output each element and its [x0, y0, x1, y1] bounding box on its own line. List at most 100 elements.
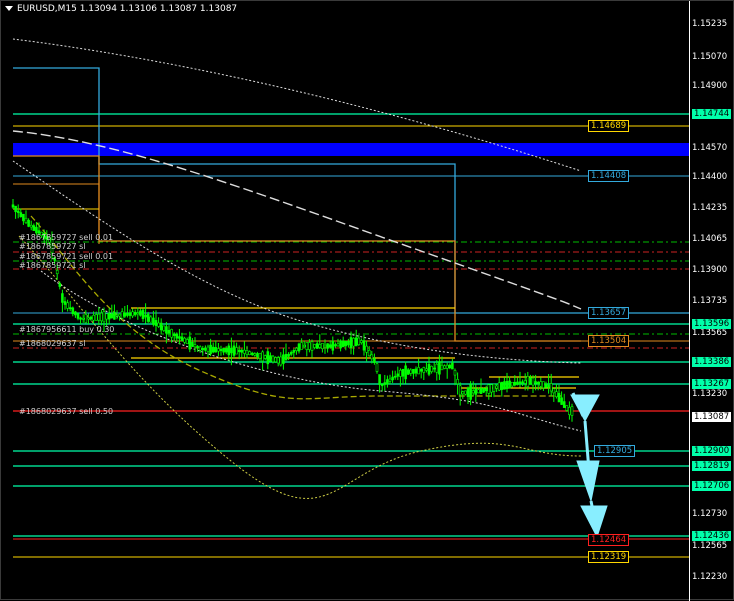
moving-average	[12, 130, 582, 310]
candle-body	[391, 376, 394, 381]
candle-body	[245, 350, 249, 355]
candle-body	[107, 312, 111, 320]
candle-body	[432, 367, 436, 370]
price-axis-tag: 1.12706	[692, 481, 732, 491]
candle-body	[373, 358, 376, 363]
candle-body	[404, 365, 407, 380]
candle-body	[440, 364, 444, 371]
candle-body	[230, 347, 233, 354]
candle-body	[451, 362, 454, 370]
candle-body	[534, 381, 537, 384]
candle-body	[357, 337, 361, 345]
candle-body	[542, 381, 545, 389]
candle-body	[399, 369, 402, 377]
candle-body	[100, 312, 103, 322]
candle-body	[97, 313, 101, 321]
candle-body	[336, 343, 340, 347]
candle-body	[235, 347, 238, 355]
candle-body	[383, 382, 387, 385]
candle-body	[201, 348, 205, 351]
candle-body	[562, 401, 566, 408]
candle-body	[279, 356, 283, 366]
candle-body	[287, 353, 290, 357]
price-axis-tag: 1.13386	[692, 357, 732, 367]
candle-body	[172, 333, 176, 336]
dropdown-triangle-icon[interactable]	[5, 6, 13, 11]
candle-body	[271, 355, 275, 363]
candle-body	[211, 346, 215, 353]
candle-body	[154, 320, 158, 326]
candle-body	[55, 269, 59, 275]
candle-body	[362, 340, 366, 351]
candle-body	[292, 350, 296, 353]
price-axis-tag: 1.13596	[692, 319, 732, 329]
candle-body	[66, 302, 69, 309]
candle-body	[68, 307, 72, 310]
order-label: #1867859721 sell 0.01	[19, 252, 114, 261]
candle-body	[334, 344, 337, 347]
candle-body	[250, 352, 254, 355]
price-tick: 1.13900	[692, 265, 728, 275]
candle-body	[185, 339, 189, 344]
candle-body	[94, 314, 98, 321]
candle-body	[243, 349, 246, 354]
candle-body	[196, 346, 199, 349]
candle-body	[510, 381, 514, 387]
price-tick: 1.14065	[692, 234, 728, 244]
order-label: #1868029637 sell 0.50	[19, 407, 114, 416]
chart-window[interactable]: EURUSD,M15 1.13094 1.13106 1.13087 1.130…	[0, 0, 734, 601]
candle-body	[552, 388, 556, 394]
candle-body	[263, 355, 267, 359]
candle-body	[386, 379, 389, 385]
candle-body	[505, 381, 509, 389]
candle-body	[544, 383, 548, 388]
candle-body	[269, 355, 272, 362]
candle-body	[484, 388, 488, 392]
line-price-label: 1.12464	[588, 534, 630, 546]
candle-body	[367, 349, 371, 357]
candle-body	[248, 351, 251, 356]
candle-body	[482, 388, 485, 393]
candle-body	[224, 348, 228, 353]
candle-body	[170, 329, 173, 338]
candle-body	[549, 383, 553, 392]
candle-body	[133, 311, 137, 316]
candle-body	[492, 383, 496, 392]
candle-body	[466, 387, 470, 398]
candle-body	[157, 322, 160, 327]
candle-body	[152, 317, 155, 325]
candle-body	[118, 313, 121, 317]
candle-body	[141, 309, 145, 319]
candle-body	[123, 312, 127, 317]
candle-body	[76, 313, 80, 319]
symbol-info-bar[interactable]: EURUSD,M15 1.13094 1.13106 1.13087 1.130…	[5, 4, 237, 14]
price-tick: 1.12730	[692, 509, 728, 519]
candle-body	[61, 293, 64, 303]
price-tick: 1.12565	[692, 541, 728, 551]
candle-body	[464, 390, 467, 395]
candle-body	[58, 283, 62, 287]
candle-body	[565, 405, 569, 411]
candle-body	[222, 347, 225, 353]
candle-body	[84, 314, 88, 323]
candle-body	[388, 378, 392, 382]
price-chart[interactable]	[1, 1, 734, 601]
candle-body	[539, 381, 543, 387]
candle-body	[16, 210, 20, 213]
candle-body	[214, 347, 218, 353]
candle-body	[165, 326, 168, 334]
candle-body	[503, 381, 506, 390]
candle-body	[102, 311, 106, 323]
moving-average	[40, 270, 582, 432]
candle-body	[425, 368, 428, 371]
candle-body	[183, 337, 186, 343]
current-price-tag: 1.13087	[692, 412, 732, 422]
candle-body	[557, 393, 561, 403]
price-axis-separator	[689, 1, 690, 601]
price-tick: 1.14235	[692, 203, 728, 213]
candle-body	[427, 363, 431, 375]
candle-body	[422, 367, 426, 373]
candle-body	[365, 345, 368, 353]
candle-body	[110, 313, 114, 319]
candle-body	[253, 353, 257, 356]
